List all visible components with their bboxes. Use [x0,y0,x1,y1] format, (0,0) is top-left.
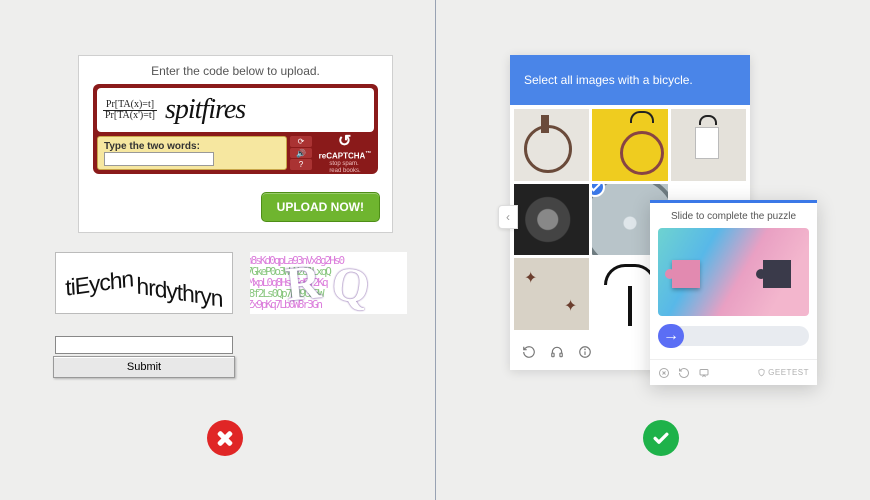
noisy-captcha: h8sKd0qpLa93nVx8g2Hs0 b7GkeP0o3WqNz81Lxq… [250,252,407,314]
chevron-left-icon: ‹ [506,210,510,224]
help-icon: ? [299,160,303,169]
slider-captcha: Slide to complete the puzzle → GEETEST [650,200,817,385]
good-check-icon [643,420,679,456]
recaptcha-input-label: Type the two words: [104,141,280,152]
arrow-right-icon: → [663,327,679,345]
headphones-icon[interactable] [550,345,564,359]
grid-cell-2[interactable] [592,109,667,181]
captcha-text-a: tiEychn [65,265,134,302]
distorted-captcha-1: tiEychn hrdythryn [55,252,233,314]
grid-cell-3[interactable] [671,109,746,181]
recaptcha-arrow-icon: ↻ [338,131,351,151]
captcha-text-b: hrdythryn [136,271,222,312]
recaptcha-logo: ↻ reCAPTCHA™ stop spam.read books. [316,136,374,170]
slider-title: Slide to complete the puzzle [650,203,817,228]
recaptcha-input-wrap: Type the two words: [97,136,287,170]
info-icon[interactable] [578,345,592,359]
upload-button[interactable]: UPLOAD NOW! [261,192,380,222]
recaptcha-challenge-image: Pr[TA(x)=t] Pr[TA(x')=t] spitfires [97,88,374,132]
grid-cell-1[interactable] [514,109,589,181]
upload-card: Enter the code below to upload. Pr[TA(x)… [78,55,393,233]
close-icon[interactable] [658,367,670,379]
left-pane: Enter the code below to upload. Pr[TA(x)… [0,0,435,500]
checkmark-icon [592,184,605,197]
refresh-icon[interactable] [522,345,536,359]
feedback-icon[interactable] [698,367,710,379]
refresh-icon[interactable] [678,367,690,379]
puzzle-piece[interactable] [672,260,700,288]
captcha-word-text: spitfires [165,94,245,126]
audio-icon: 🔊 [296,149,306,158]
refresh-icon: ⟳ [298,137,305,146]
recaptcha-audio-button[interactable]: 🔊 [290,148,312,159]
slider-thumb[interactable]: → [658,324,684,348]
recaptcha-refresh-button[interactable]: ⟳ [290,136,312,147]
prev-arrow-button[interactable]: ‹ [498,205,518,229]
shield-icon [757,368,766,377]
puzzle-hole [763,260,791,288]
submit-button[interactable]: Submit [53,356,235,378]
brand-label: GEETEST [757,368,809,377]
grid-cell-7[interactable] [514,258,589,330]
recaptcha-input[interactable] [104,152,214,166]
captcha-math-text: Pr[TA(x)=t] Pr[TA(x')=t] [103,100,157,121]
bad-x-icon [207,420,243,456]
slider-puzzle-image [658,228,809,316]
card-title: Enter the code below to upload. [79,56,392,84]
recaptcha-widget: Pr[TA(x)=t] Pr[TA(x')=t] spitfires Type … [93,84,378,174]
grid-cell-4[interactable] [514,184,589,256]
captcha-answer-input[interactable] [55,336,233,354]
image-captcha-title: Select all images with a bicycle. [510,55,750,105]
recaptcha-help-button[interactable]: ? [290,159,312,170]
slider-track[interactable]: → [658,326,809,346]
